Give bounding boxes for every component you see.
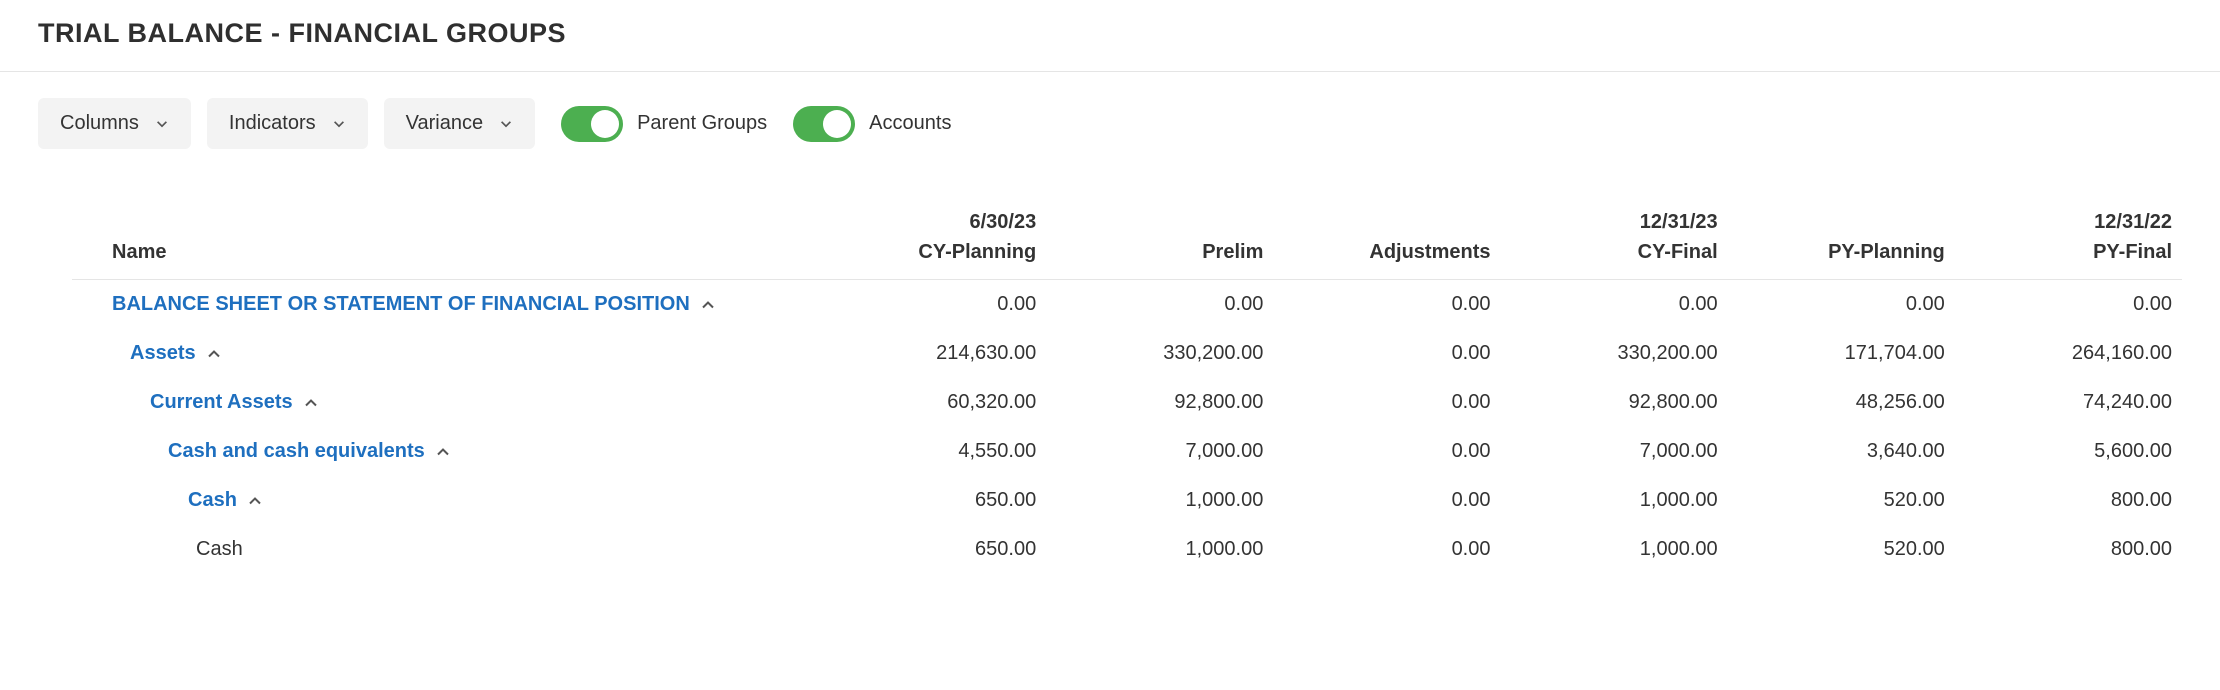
variance-dropdown[interactable]: Variance	[384, 98, 535, 149]
cell-value: 74,240.00	[1955, 378, 2182, 427]
cell-value: 1,000.00	[1046, 476, 1273, 525]
column-header-py-planning[interactable]: PY-Planning	[1728, 207, 1955, 280]
chevron-up-icon	[247, 493, 263, 509]
column-header-name-label: Name	[112, 241, 166, 263]
parent-groups-toggle-label: Parent Groups	[637, 112, 767, 135]
column-header-cy-planning[interactable]: 6/30/23 CY-Planning	[819, 207, 1046, 280]
cell-value: 5,600.00	[1955, 427, 2182, 476]
cell-value: 214,630.00	[819, 329, 1046, 378]
row-label: BALANCE SHEET OR STATEMENT OF FINANCIAL …	[112, 293, 690, 316]
column-header-cy-final[interactable]: 12/31/23 CY-Final	[1501, 207, 1728, 280]
cell-value: 650.00	[819, 525, 1046, 574]
cell-value: 520.00	[1728, 476, 1955, 525]
table-header-row: Name 6/30/23 CY-Planning Prelim Adjustme…	[72, 207, 2182, 280]
cell-value: 330,200.00	[1501, 329, 1728, 378]
chevron-up-icon	[700, 297, 716, 313]
indicators-dropdown[interactable]: Indicators	[207, 98, 368, 149]
row-label: Cash and cash equivalents	[168, 440, 425, 463]
chevron-down-icon	[155, 117, 169, 131]
chevron-up-icon	[435, 444, 451, 460]
chevron-up-icon	[303, 395, 319, 411]
group-toggle-cash-equivalents[interactable]: Cash and cash equivalents	[168, 440, 451, 463]
group-toggle-assets[interactable]: Assets	[130, 342, 222, 365]
cell-value: 330,200.00	[1046, 329, 1273, 378]
cell-value: 3,640.00	[1728, 427, 1955, 476]
chevron-down-icon	[499, 117, 513, 131]
group-toggle-current-assets[interactable]: Current Assets	[150, 391, 319, 414]
cell-value: 0.00	[1273, 280, 1500, 330]
trial-balance-table: Name 6/30/23 CY-Planning Prelim Adjustme…	[0, 149, 2220, 574]
chevron-up-icon	[206, 346, 222, 362]
cell-value: 0.00	[1273, 476, 1500, 525]
toolbar: Columns Indicators Variance Parent Group…	[0, 72, 2220, 149]
cell-value: 0.00	[1728, 280, 1955, 330]
table-row: Cash 650.00 1,000.00 0.00 1,000.00 520.0…	[72, 525, 2182, 574]
cell-value: 0.00	[1273, 378, 1500, 427]
cell-value: 7,000.00	[1046, 427, 1273, 476]
accounts-toggle-label: Accounts	[869, 112, 951, 135]
columns-dropdown-label: Columns	[60, 112, 139, 135]
cell-value: 4,550.00	[819, 427, 1046, 476]
row-label: Cash	[188, 489, 237, 512]
row-label: Assets	[130, 342, 196, 365]
cell-value: 1,000.00	[1501, 476, 1728, 525]
cell-value: 800.00	[1955, 476, 2182, 525]
table-row: Assets 214,630.00 330,200.00 0.00 330,20…	[72, 329, 2182, 378]
table-row: Cash and cash equivalents 4,550.00 7,000…	[72, 427, 2182, 476]
columns-dropdown[interactable]: Columns	[38, 98, 191, 149]
cell-value: 1,000.00	[1046, 525, 1273, 574]
cell-value: 92,800.00	[1501, 378, 1728, 427]
cell-value: 48,256.00	[1728, 378, 1955, 427]
cell-value: 0.00	[1273, 427, 1500, 476]
group-toggle-cash[interactable]: Cash	[188, 489, 263, 512]
parent-groups-toggle[interactable]: Parent Groups	[561, 106, 767, 142]
account-cash[interactable]: Cash	[196, 538, 243, 560]
cell-value: 0.00	[1273, 525, 1500, 574]
cell-value: 92,800.00	[1046, 378, 1273, 427]
table-row: Current Assets 60,320.00 92,800.00 0.00 …	[72, 378, 2182, 427]
toggle-switch-icon	[793, 106, 855, 142]
accounts-toggle[interactable]: Accounts	[793, 106, 951, 142]
cell-value: 650.00	[819, 476, 1046, 525]
cell-value: 7,000.00	[1501, 427, 1728, 476]
variance-dropdown-label: Variance	[406, 112, 483, 135]
cell-value: 1,000.00	[1501, 525, 1728, 574]
table-row: Cash 650.00 1,000.00 0.00 1,000.00 520.0…	[72, 476, 2182, 525]
indicators-dropdown-label: Indicators	[229, 112, 316, 135]
cell-value: 800.00	[1955, 525, 2182, 574]
table-row: BALANCE SHEET OR STATEMENT OF FINANCIAL …	[72, 280, 2182, 330]
column-header-adjustments[interactable]: Adjustments	[1273, 207, 1500, 280]
group-toggle-balance-sheet[interactable]: BALANCE SHEET OR STATEMENT OF FINANCIAL …	[112, 293, 716, 316]
cell-value: 0.00	[819, 280, 1046, 330]
toggle-switch-icon	[561, 106, 623, 142]
cell-value: 0.00	[1955, 280, 2182, 330]
cell-value: 60,320.00	[819, 378, 1046, 427]
page-title: TRIAL BALANCE - FINANCIAL GROUPS	[38, 18, 2182, 49]
column-header-prelim[interactable]: Prelim	[1046, 207, 1273, 280]
cell-value: 264,160.00	[1955, 329, 2182, 378]
chevron-down-icon	[332, 117, 346, 131]
row-label: Current Assets	[150, 391, 293, 414]
cell-value: 171,704.00	[1728, 329, 1955, 378]
column-header-name[interactable]: Name	[72, 207, 819, 280]
cell-value: 0.00	[1046, 280, 1273, 330]
column-header-py-final[interactable]: 12/31/22 PY-Final	[1955, 207, 2182, 280]
page-header: TRIAL BALANCE - FINANCIAL GROUPS	[0, 0, 2220, 72]
cell-value: 0.00	[1501, 280, 1728, 330]
cell-value: 520.00	[1728, 525, 1955, 574]
cell-value: 0.00	[1273, 329, 1500, 378]
